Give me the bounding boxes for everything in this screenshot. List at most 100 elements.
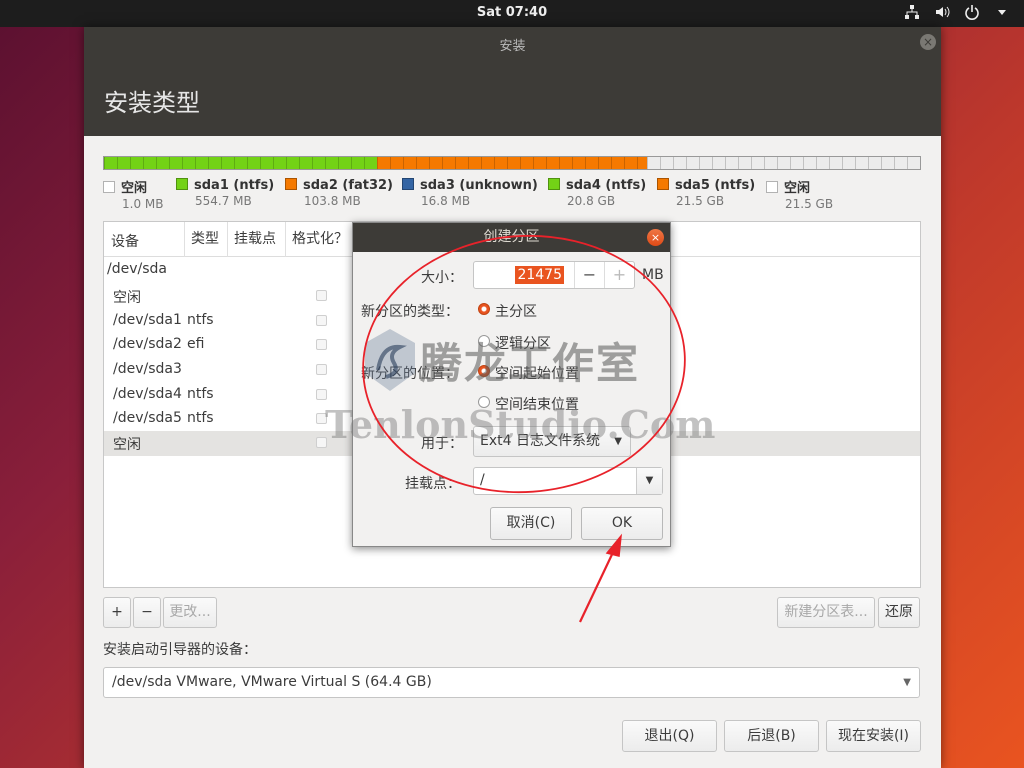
legend-item: sda5 (ntfs) 21.5 GB bbox=[657, 177, 755, 208]
column-format[interactable]: 格式化？ bbox=[285, 222, 348, 257]
legend-name: 空闲 bbox=[121, 181, 148, 196]
format-checkbox[interactable] bbox=[316, 315, 327, 326]
close-icon[interactable]: × bbox=[647, 229, 664, 246]
bootloader-label: 安装启动引导器的设备： bbox=[103, 642, 257, 658]
system-tray bbox=[904, 4, 1010, 20]
column-mount[interactable]: 挂载点 bbox=[227, 222, 276, 257]
dialog-title: 创建分区 bbox=[483, 229, 540, 245]
chevron-down-icon: ▼ bbox=[903, 677, 911, 688]
top-panel: Sat 07:40 bbox=[0, 0, 1024, 27]
legend-name: sda3 (unknown) bbox=[420, 178, 538, 193]
dialog-titlebar: 创建分区 × bbox=[353, 223, 670, 252]
radio-primary[interactable] bbox=[478, 303, 490, 315]
volume-icon[interactable] bbox=[934, 4, 950, 20]
row-device: /dev/sda3 bbox=[113, 361, 182, 377]
remove-partition-button[interactable]: − bbox=[133, 597, 161, 628]
legend-swatch bbox=[103, 181, 115, 193]
format-checkbox[interactable] bbox=[316, 364, 327, 375]
page-title: 安装类型 bbox=[104, 89, 200, 117]
bootloader-device-select[interactable]: /dev/sda VMware, VMware Virtual S (64.4 … bbox=[103, 667, 920, 698]
new-partition-table-button[interactable]: 新建分区表... bbox=[777, 597, 875, 628]
location-start-option[interactable]: 空间起始位置 bbox=[495, 363, 579, 383]
logical-partition-option[interactable]: 逻辑分区 bbox=[495, 333, 551, 353]
primary-partition-option[interactable]: 主分区 bbox=[495, 301, 537, 321]
mount-point-value[interactable]: / bbox=[480, 472, 485, 488]
clock[interactable]: Sat 07:40 bbox=[0, 5, 1024, 20]
legend-swatch bbox=[176, 178, 188, 190]
legend-size: 21.5 GB bbox=[785, 197, 834, 211]
row-device: 空闲 bbox=[113, 437, 141, 453]
partition-location-label: 新分区的位置： bbox=[361, 366, 459, 382]
legend-swatch bbox=[657, 178, 669, 190]
partition-legend: 空闲 1.0 MB sda1 (ntfs) 554.7 MB sda2 (fat32) 1… bbox=[103, 177, 933, 217]
format-checkbox[interactable] bbox=[316, 413, 327, 424]
column-type[interactable]: 类型 bbox=[184, 222, 219, 257]
quit-button[interactable]: 退出(Q) bbox=[622, 720, 717, 752]
cancel-button[interactable]: 取消(C) bbox=[490, 507, 572, 540]
legend-item: 空闲 1.0 MB bbox=[103, 177, 163, 211]
legend-name: 空闲 bbox=[784, 181, 811, 196]
partition-bar-segment bbox=[376, 157, 648, 169]
legend-swatch bbox=[548, 178, 560, 190]
row-type: ntfs bbox=[187, 312, 214, 328]
row-device: /dev/sda1 bbox=[113, 312, 182, 328]
change-partition-button[interactable]: 更改... bbox=[163, 597, 217, 628]
use-as-value: Ext4 日志文件系统 bbox=[480, 433, 600, 449]
radio-location-end[interactable] bbox=[478, 396, 490, 408]
location-end-option[interactable]: 空间结束位置 bbox=[495, 394, 579, 414]
install-now-button[interactable]: 现在安装(I) bbox=[826, 720, 921, 752]
legend-size: 21.5 GB bbox=[676, 194, 725, 208]
legend-name: sda2 (fat32) bbox=[303, 178, 394, 193]
legend-item: sda4 (ntfs) 20.8 GB bbox=[548, 177, 646, 208]
add-partition-button[interactable]: + bbox=[103, 597, 131, 628]
format-checkbox[interactable] bbox=[316, 339, 327, 350]
mount-point-label: 挂载点： bbox=[405, 476, 461, 492]
row-device: /dev/sda4 bbox=[113, 386, 182, 402]
ok-button[interactable]: OK bbox=[581, 507, 663, 540]
radio-location-start[interactable] bbox=[478, 365, 490, 377]
close-icon[interactable]: × bbox=[920, 34, 936, 50]
column-device[interactable]: 设备 bbox=[111, 231, 139, 251]
chevron-down-icon[interactable] bbox=[994, 4, 1010, 20]
network-icon[interactable] bbox=[904, 4, 920, 20]
legend-swatch bbox=[766, 181, 778, 193]
power-icon[interactable] bbox=[964, 4, 980, 20]
row-device: /dev/sda bbox=[107, 261, 167, 277]
size-label: 大小： bbox=[421, 270, 463, 286]
row-type: ntfs bbox=[187, 386, 214, 402]
mount-point-combobox[interactable]: / ▼ bbox=[473, 467, 663, 495]
use-as-label: 用于： bbox=[421, 436, 463, 452]
bootloader-device-value: /dev/sda VMware, VMware Virtual S (64.4 … bbox=[112, 674, 432, 690]
row-device: /dev/sda2 bbox=[113, 336, 182, 352]
row-device: 空闲 bbox=[113, 290, 141, 306]
legend-name: sda4 (ntfs) bbox=[566, 178, 647, 193]
row-type: efi bbox=[187, 336, 205, 352]
legend-name: sda1 (ntfs) bbox=[194, 178, 275, 193]
size-increment-button[interactable]: + bbox=[604, 262, 634, 288]
legend-size: 554.7 MB bbox=[195, 194, 252, 208]
legend-size: 16.8 MB bbox=[421, 194, 471, 208]
chevron-down-icon[interactable]: ▼ bbox=[636, 468, 662, 494]
legend-swatch bbox=[285, 178, 297, 190]
size-decrement-button[interactable]: − bbox=[574, 262, 604, 288]
format-checkbox[interactable] bbox=[316, 437, 327, 448]
legend-size: 1.0 MB bbox=[122, 197, 164, 211]
use-as-combobox[interactable]: Ext4 日志文件系统 ▼ bbox=[473, 426, 631, 457]
legend-item: sda3 (unknown) 16.8 MB bbox=[402, 177, 538, 208]
chevron-down-icon: ▼ bbox=[614, 436, 622, 447]
format-checkbox[interactable] bbox=[316, 290, 327, 301]
partition-bar-segment bbox=[647, 157, 920, 169]
format-checkbox[interactable] bbox=[316, 389, 327, 400]
size-value[interactable]: 21475 bbox=[474, 262, 574, 288]
window-title: 安装 bbox=[499, 39, 526, 54]
legend-swatch bbox=[402, 178, 414, 190]
size-unit: MB bbox=[642, 267, 664, 283]
legend-size: 20.8 GB bbox=[567, 194, 616, 208]
size-spinbutton[interactable]: 21475 − + bbox=[473, 261, 635, 289]
radio-logical[interactable] bbox=[478, 335, 490, 347]
legend-item: 空闲 21.5 GB bbox=[766, 177, 833, 211]
back-button[interactable]: 后退(B) bbox=[724, 720, 819, 752]
revert-button[interactable]: 还原 bbox=[878, 597, 920, 628]
legend-name: sda5 (ntfs) bbox=[675, 178, 756, 193]
legend-item: sda1 (ntfs) 554.7 MB bbox=[176, 177, 274, 208]
